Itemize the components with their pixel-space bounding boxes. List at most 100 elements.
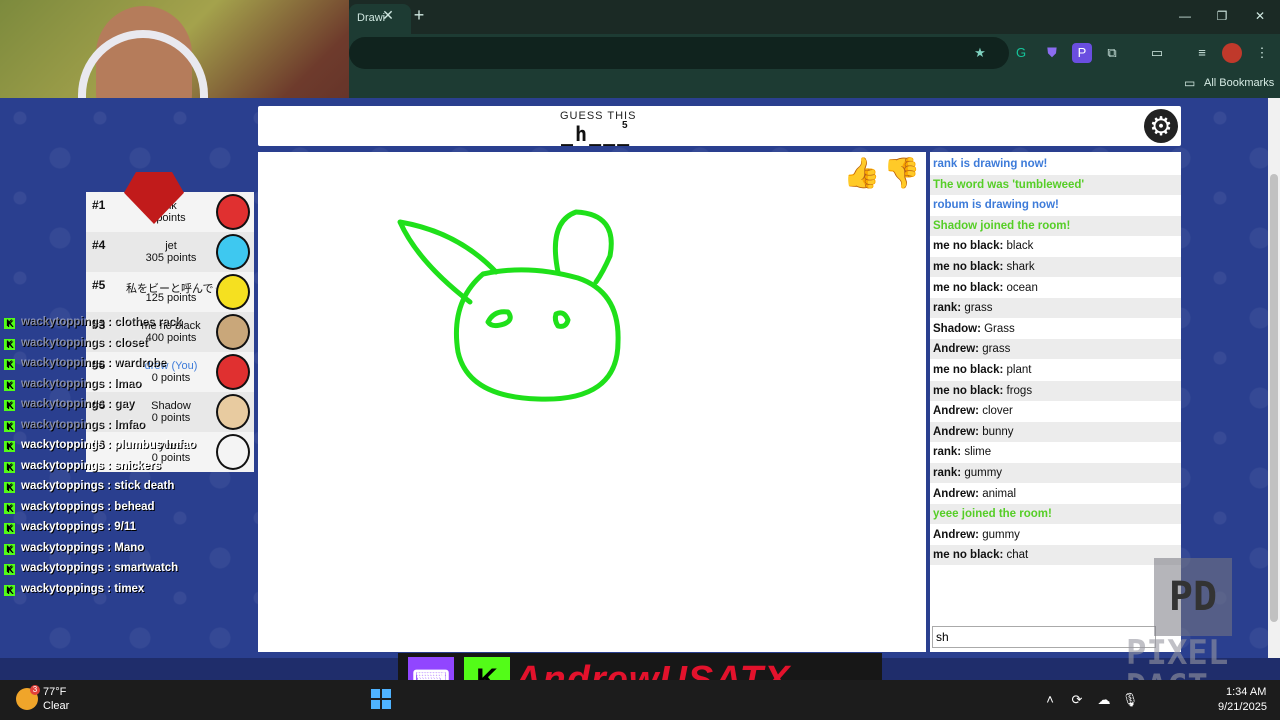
chat-text: grass (961, 302, 993, 315)
stream-chat-text: wackytoppings : wardrobe (21, 357, 167, 369)
maximize-icon[interactable]: ❐ (1212, 6, 1232, 26)
chat-username: me no black: (933, 281, 1004, 294)
cast-icon[interactable]: ▭ (1147, 43, 1167, 63)
stream-chat-text: wackytoppings : plumbus lmfao (21, 439, 197, 451)
minimize-icon[interactable]: — (1175, 6, 1195, 26)
chat-username: rank: (933, 446, 962, 459)
address-bar[interactable] (349, 37, 1009, 69)
chat-message: Andrew: bunny (930, 421, 1181, 442)
profile-avatar-icon[interactable] (1222, 43, 1242, 63)
all-bookmarks-link[interactable]: All Bookmarks (1204, 77, 1274, 89)
chat-message: Andrew: clover (930, 401, 1181, 421)
kick-badge-icon: K (4, 338, 15, 350)
thumbs-down-icon[interactable]: 👎 (882, 156, 922, 196)
chat-username: me no black: (933, 384, 1004, 397)
chat-message: me no black: shark (930, 257, 1181, 277)
stream-chat-message: Kwackytoppings : smartwatch (0, 562, 178, 582)
chat-username: rank: (933, 467, 962, 479)
player-avatar (216, 274, 250, 310)
stream-chat-message: Kwackytoppings : clothes rack (0, 316, 181, 336)
weather-condition[interactable]: Clear (43, 700, 69, 712)
game-chat: rank is drawing now! The word was 'tumble… (930, 152, 1181, 652)
chat-text: frogs (1003, 384, 1033, 397)
chat-text: grass (979, 343, 1011, 356)
stream-chat-text: wackytoppings : timex (21, 582, 145, 595)
chevron-up-icon[interactable]: ˄ (1040, 690, 1060, 710)
chat-text: clover (979, 405, 1013, 418)
scrollbar-thumb[interactable] (1270, 174, 1278, 622)
weather-temperature[interactable]: 77°F (43, 686, 66, 698)
stream-chat-text: wackytoppings : smartwatch (21, 562, 179, 574)
chat-message: me no black: chat (930, 545, 1181, 566)
bookmark-star-icon[interactable]: ★ (970, 43, 990, 63)
browser-tab[interactable]: Drawi (349, 4, 411, 34)
stream-chat-text: wackytoppings : clothes rack (21, 316, 182, 328)
stream-chat-message: Kwackytoppings : wardrobe (0, 357, 166, 377)
browser-toolbar: ★ G ⛊ P ⧉ ▭ ≡ ⋮ (349, 34, 1280, 72)
drawing-svg (397, 209, 621, 402)
player-avatar (216, 194, 250, 230)
sync-icon[interactable]: ⟳ (1067, 690, 1087, 710)
kick-badge-icon: K (4, 379, 15, 391)
clock-date[interactable]: 9/21/2025 (1218, 701, 1267, 713)
kick-badge-icon: K (4, 359, 15, 370)
left-ear-stroke (397, 219, 499, 305)
chat-username: Andrew: (933, 343, 979, 356)
extension-p-icon[interactable]: P (1072, 43, 1092, 63)
tab-close-icon[interactable]: ✕ (381, 8, 395, 22)
stream-chat-message: Kwackytoppings : stick death (0, 480, 174, 500)
new-tab-icon[interactable]: + (410, 6, 428, 24)
chat-input[interactable] (932, 626, 1156, 648)
chat-text: Grass (980, 322, 1015, 335)
stream-chat-text: wackytoppings : behead (21, 500, 155, 513)
settings-gear-icon[interactable]: ⚙ (1144, 109, 1178, 143)
watermark-line-1: PIXEL (1126, 633, 1229, 673)
thumbs-up-icon[interactable]: 👍 (842, 156, 882, 196)
kick-badge-icon: K (4, 523, 15, 534)
player-avatar (216, 394, 250, 430)
chat-text: slime (961, 446, 992, 459)
kick-badge-icon: K (4, 420, 15, 432)
player-points: points (156, 212, 186, 224)
windows-start-icon[interactable] (371, 689, 391, 709)
kick-badge-icon: K (4, 584, 15, 596)
grammarly-icon[interactable]: G (1011, 43, 1031, 63)
chat-username: Andrew: (933, 405, 979, 418)
kick-badge-icon: K (4, 564, 15, 575)
chat-message: robum is drawing now! (930, 195, 1181, 215)
chat-text: gummy (961, 467, 1003, 479)
stream-chat-message: Kwackytoppings : plumbus lmfao (0, 439, 196, 459)
shield-icon[interactable]: ⛊ (1042, 43, 1062, 63)
player-row: #4 jet 305 points (86, 232, 254, 272)
left-eye-stroke (485, 309, 513, 329)
bookmarks-bar: ▭ All Bookmarks (349, 72, 1280, 98)
player-points: 305 points (145, 252, 197, 264)
chat-message: Andrew: grass (930, 339, 1181, 360)
chat-username: Andrew: (933, 425, 979, 438)
chat-message: Andrew: gummy (930, 525, 1181, 545)
cloud-icon[interactable]: ☁ (1094, 690, 1114, 710)
menu-kebab-icon[interactable]: ⋮ (1252, 43, 1272, 63)
drawing-canvas[interactable]: 👍 👎 (258, 152, 926, 652)
microphone-icon[interactable]: 🎙 (1120, 690, 1140, 710)
kick-badge-icon: K (4, 441, 15, 452)
game-header: GUESS THIS _h___ 5 ⚙ (258, 106, 1181, 146)
clock-time[interactable]: 1:34 AM (1226, 686, 1266, 698)
stream-chat-text: wackytoppings : lmfao (21, 418, 145, 431)
chat-message: me no black: plant (930, 360, 1181, 380)
page-scrollbar[interactable] (1268, 98, 1280, 658)
chat-username: me no black: (933, 240, 1004, 253)
player-rank: #1 (92, 198, 106, 212)
chat-message: yeee joined the room! (930, 504, 1181, 525)
media-icon[interactable]: ≡ (1192, 43, 1212, 63)
stream-chat-text: wackytoppings : snickers (21, 459, 161, 472)
chat-message: Shadow: Grass (930, 319, 1181, 339)
chat-text: animal (979, 487, 1017, 500)
chat-text: shark (1003, 261, 1035, 273)
close-window-icon[interactable]: ✕ (1250, 6, 1270, 26)
extensions-icon[interactable]: ⧉ (1102, 43, 1122, 63)
player-row: #5私をビーと呼んでくださ125 points (86, 272, 254, 312)
kick-badge-icon: K (4, 461, 15, 473)
kick-badge-icon: K (4, 502, 15, 514)
chat-username: Andrew: (933, 528, 979, 541)
